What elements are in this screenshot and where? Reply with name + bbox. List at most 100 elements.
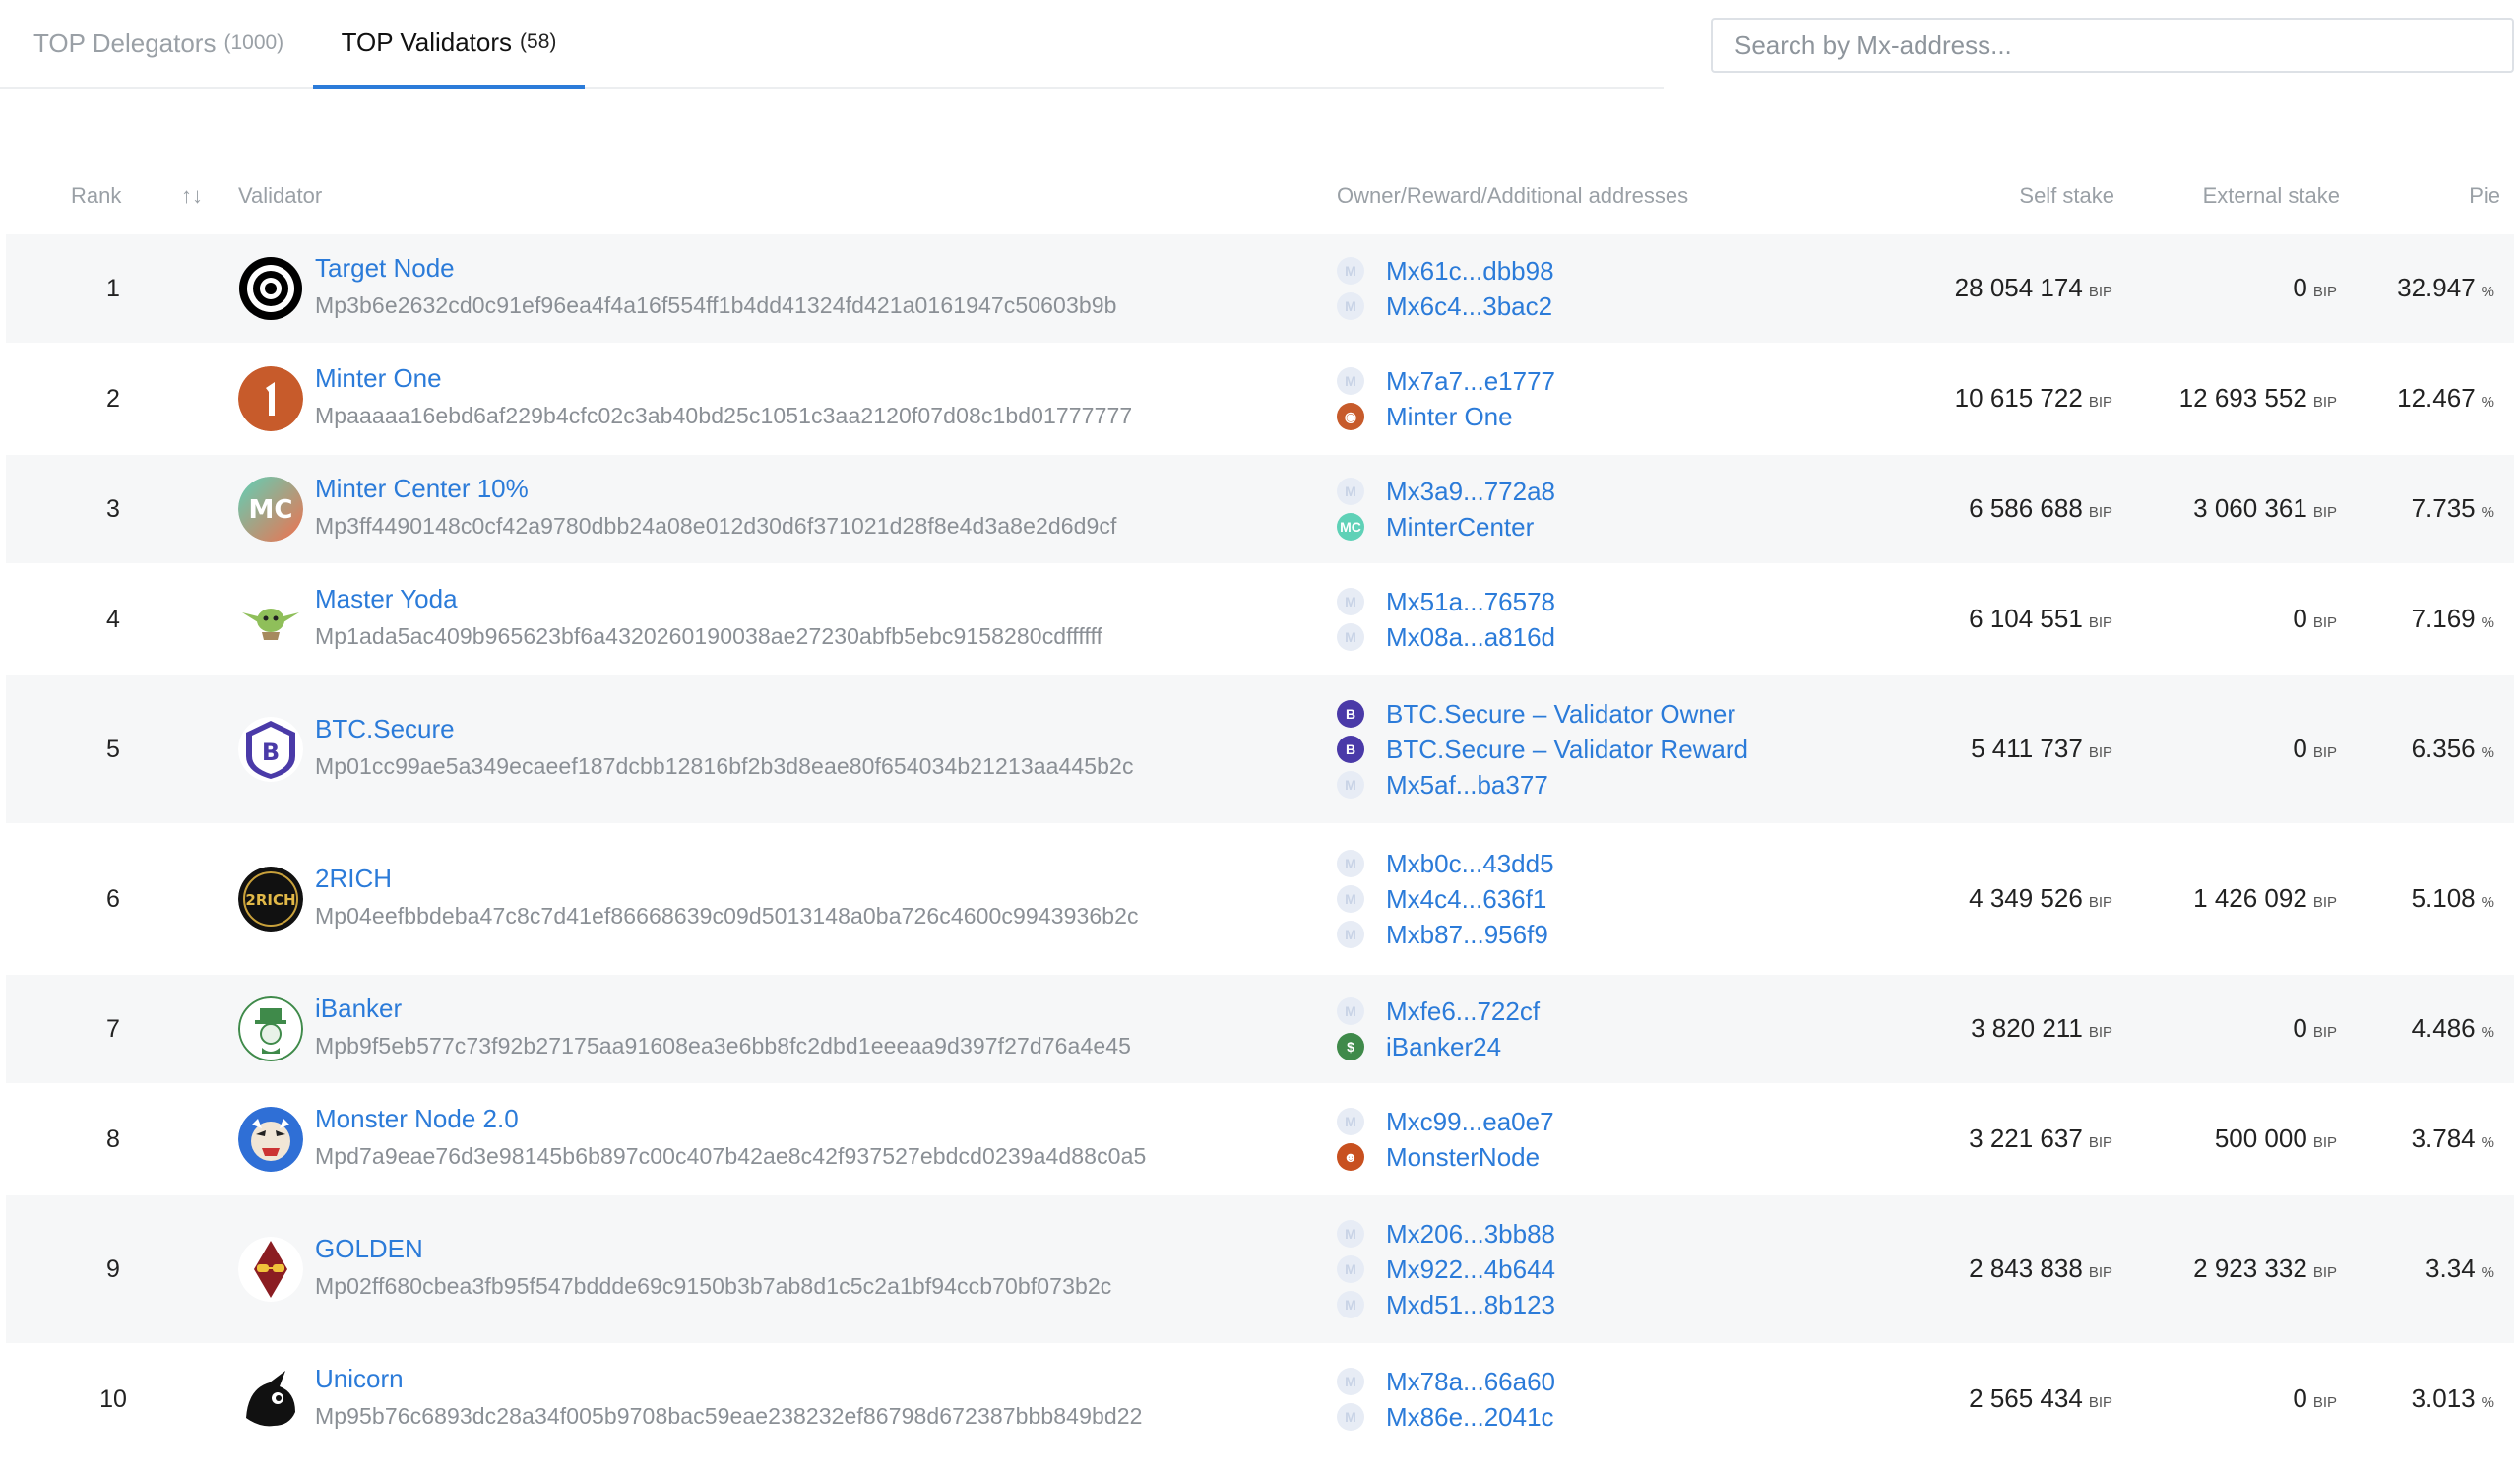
table-row[interactable]: 5 B BTC.Secure Mp01cc99ae5a349ecaeef187dcbb… <box>6 675 2514 823</box>
address-link[interactable]: BTC.Secure – Validator Reward <box>1386 735 1748 765</box>
address-item[interactable]: $ iBanker24 <box>1337 1030 1501 1063</box>
search-input[interactable] <box>1711 18 2514 73</box>
address-item[interactable]: M Mx206...3bb88 <box>1337 1217 1555 1251</box>
address-placeholder-icon: M <box>1337 292 1364 320</box>
self-stake-cell: 2 843 838 BIP <box>1969 1253 2112 1284</box>
tab-top-delegators[interactable]: TOP Delegators (1000) <box>33 0 284 87</box>
address-item[interactable]: MC MinterCenter <box>1337 510 1534 544</box>
address-item[interactable]: M Mx86e...2041c <box>1337 1400 1554 1434</box>
external-stake-cell-unit: BIP <box>2312 1024 2337 1041</box>
address-item[interactable]: M Mxb0c...43dd5 <box>1337 847 1554 880</box>
pie-cell: 12.467% <box>2397 383 2494 414</box>
address-item[interactable]: M Mx3a9...772a8 <box>1337 475 1555 508</box>
address-item[interactable]: M Mx6c4...3bac2 <box>1337 289 1552 323</box>
address-link[interactable]: Mx51a...76578 <box>1386 587 1555 617</box>
address-link[interactable]: Mx5af...ba377 <box>1386 770 1548 801</box>
address-link[interactable]: Mx3a9...772a8 <box>1386 477 1555 507</box>
address-link[interactable]: Mx61c...dbb98 <box>1386 256 1554 287</box>
address-item[interactable]: M Mx78a...66a60 <box>1337 1365 1555 1398</box>
address-placeholder-icon: M <box>1337 921 1364 948</box>
address-link[interactable]: MonsterNode <box>1386 1142 1540 1173</box>
address-item[interactable]: M Mx4c4...636f1 <box>1337 882 1546 916</box>
table-row[interactable]: 1 Target Node Mp3b6e2632cd0c91ef96ea4f4a16… <box>6 234 2514 343</box>
validator-name-link[interactable]: Master Yoda <box>315 584 458 614</box>
address-link[interactable]: Minter One <box>1386 402 1513 432</box>
address-item[interactable]: M Mx51a...76578 <box>1337 585 1555 618</box>
address-link[interactable]: BTC.Secure – Validator Owner <box>1386 699 1735 730</box>
address-link[interactable]: Mx86e...2041c <box>1386 1402 1554 1433</box>
address-link[interactable]: Mxb0c...43dd5 <box>1386 849 1554 879</box>
validator-name-link[interactable]: Minter One <box>315 363 442 394</box>
address-link[interactable]: MinterCenter <box>1386 512 1534 543</box>
validator-name-link[interactable]: iBanker <box>315 994 402 1024</box>
table-row[interactable]: 7 iBanker Mpb9f5eb577c73f92b27175aa91608ea… <box>6 975 2514 1083</box>
address-item[interactable]: M Mxc99...ea0e7 <box>1337 1105 1554 1138</box>
address-link[interactable]: Mxb87...956f9 <box>1386 920 1548 950</box>
tab-top-validators[interactable]: TOP Validators (58) <box>313 0 585 89</box>
address-item[interactable]: M Mx08a...a816d <box>1337 620 1555 654</box>
column-header-self-stake[interactable]: Self stake <box>2019 183 2114 209</box>
validator-name-link[interactable]: GOLDEN <box>315 1234 423 1264</box>
table-row[interactable]: 3 MC Minter Center 10% Mp3ff4490148c0cf42a9… <box>6 455 2514 563</box>
address-item[interactable]: M Mx922...4b644 <box>1337 1253 1555 1286</box>
address-link[interactable]: Mx922...4b644 <box>1386 1254 1555 1285</box>
pie-cell: 4.486% <box>2412 1013 2494 1044</box>
address-item[interactable]: ☻ MonsterNode <box>1337 1140 1540 1174</box>
target-logo <box>238 256 303 321</box>
validator-public-key: Mp01cc99ae5a349ecaeef187dcbb12816bf2b3d8… <box>315 753 1134 779</box>
validator-name-link[interactable]: 2RICH <box>315 864 392 894</box>
pie-cell-unit: % <box>2481 504 2494 521</box>
address-link[interactable]: Mxc99...ea0e7 <box>1386 1107 1554 1137</box>
address-item[interactable]: M Mxb87...956f9 <box>1337 918 1548 951</box>
validator-name-link[interactable]: Minter Center 10% <box>315 474 529 504</box>
pie-cell-unit: % <box>2481 744 2494 761</box>
minter-center-logo: MC <box>238 477 303 542</box>
address-link[interactable]: Mx7a7...e1777 <box>1386 366 1555 397</box>
rank-cell: 1 <box>106 275 120 302</box>
column-header-rank[interactable]: Rank <box>71 183 121 209</box>
address-link[interactable]: Mx08a...a816d <box>1386 622 1555 653</box>
validator-public-key: Mp3b6e2632cd0c91ef96ea4f4a16f554ff1b4dd4… <box>315 292 1117 318</box>
self-stake-cell-value: 3 221 637 <box>1969 1124 2083 1153</box>
validator-name-link[interactable]: BTC.Secure <box>315 714 455 744</box>
address-item[interactable]: M Mxd51...8b123 <box>1337 1288 1555 1321</box>
table-row[interactable]: 6 2RICH 2RICH Mp04eefbbdeba47c8c7d41ef86668… <box>6 825 2514 973</box>
table-row[interactable]: 2 Minter One Mpaaaaa16ebd6af229b4cfc02c3ab… <box>6 345 2514 453</box>
address-item[interactable]: M Mx7a7...e1777 <box>1337 364 1555 398</box>
address-item[interactable]: B BTC.Secure – Validator Owner <box>1337 697 1735 731</box>
validator-name-link[interactable]: Monster Node 2.0 <box>315 1104 519 1134</box>
address-link[interactable]: iBanker24 <box>1386 1032 1501 1062</box>
external-stake-cell: 2 923 332 BIP <box>2193 1253 2337 1284</box>
address-item[interactable]: M Mx5af...ba377 <box>1337 768 1548 802</box>
pie-cell-value: 3.013 <box>2411 1383 2476 1413</box>
address-link[interactable]: Mx78a...66a60 <box>1386 1367 1555 1397</box>
external-stake-cell-value: 0 <box>2293 273 2307 302</box>
validator-name-link[interactable]: Target Node <box>315 253 455 284</box>
sort-icon[interactable]: ↑↓ <box>181 183 203 209</box>
validator-name-link[interactable]: Unicorn <box>315 1364 404 1394</box>
pie-cell: 32.947% <box>2397 273 2494 303</box>
table-row[interactable]: 8 Monster Node 2.0 Mpd7a9eae76d3e98145b6b8… <box>6 1085 2514 1193</box>
address-item[interactable]: M Mxfe6...722cf <box>1337 995 1540 1028</box>
column-header-pie[interactable]: Pie <box>2469 183 2500 209</box>
address-item[interactable]: ◉ Minter One <box>1337 400 1513 433</box>
address-link[interactable]: Mxfe6...722cf <box>1386 996 1540 1027</box>
address-item[interactable]: B BTC.Secure – Validator Reward <box>1337 733 1748 766</box>
address-item[interactable]: M Mx61c...dbb98 <box>1337 254 1554 288</box>
address-link[interactable]: Mx6c4...3bac2 <box>1386 291 1552 322</box>
address-placeholder-icon: M <box>1337 1220 1364 1248</box>
rank-cell: 7 <box>106 1015 120 1043</box>
table-row[interactable]: 10 Unicorn Mp95b76c6893dc28a34f005b9708bac… <box>6 1345 2514 1453</box>
table-row[interactable]: 9 GOLDEN Mp02ff680cbea3fb95f547bddde69c915… <box>6 1195 2514 1343</box>
external-stake-cell-value: 2 923 332 <box>2193 1253 2307 1283</box>
column-header-external-stake[interactable]: External stake <box>2203 183 2340 209</box>
pie-cell-value: 12.467 <box>2397 383 2476 413</box>
validator-public-key: Mp04eefbbdeba47c8c7d41ef86668639c09d5013… <box>315 903 1139 929</box>
pie-cell-unit: % <box>2481 1134 2494 1151</box>
table-row[interactable]: 4 Master Yoda Mp1ada5ac409b965623bf6a43202… <box>6 565 2514 674</box>
address-link[interactable]: Mx206...3bb88 <box>1386 1219 1555 1250</box>
external-stake-cell-value: 0 <box>2293 734 2307 763</box>
address-link[interactable]: Mxd51...8b123 <box>1386 1290 1555 1320</box>
address-link[interactable]: Mx4c4...636f1 <box>1386 884 1546 915</box>
pie-cell-value: 7.735 <box>2411 493 2476 523</box>
